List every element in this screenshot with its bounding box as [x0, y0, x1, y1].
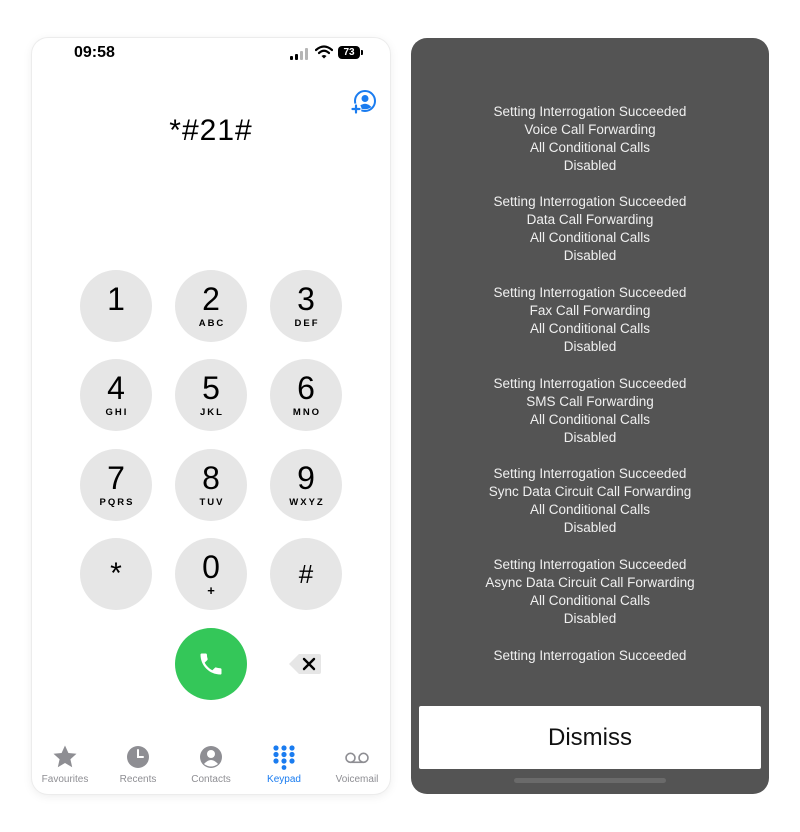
tab-label: Contacts: [191, 774, 231, 785]
result-line: Disabled: [563, 520, 617, 535]
key-1[interactable]: 1: [80, 270, 152, 342]
dismiss-button[interactable]: Dismiss: [419, 706, 761, 769]
key-8[interactable]: 8 TUV: [175, 449, 247, 521]
result-line: Setting Interrogation Succeeded: [493, 466, 687, 481]
keypad-icon: [273, 745, 295, 770]
result-async-data: Setting Interrogation Succeeded Async Da…: [411, 556, 769, 628]
tab-label: Voicemail: [335, 774, 379, 785]
key-letters: PQRS: [99, 497, 135, 508]
backspace-icon[interactable]: [288, 652, 322, 676]
result-line: SMS Call Forwarding: [526, 394, 654, 409]
key-digit: 7: [107, 460, 125, 496]
key-digit: 1: [107, 281, 125, 317]
key-digit: 9: [297, 460, 315, 496]
status-time: 09:58: [74, 44, 115, 61]
result-line: Disabled: [563, 339, 617, 354]
result-line: Disabled: [563, 158, 617, 173]
result-data: Setting Interrogation Succeeded Data Cal…: [411, 193, 769, 265]
status-bar: 09:58 73: [32, 38, 390, 70]
result-line: All Conditional Calls: [529, 321, 651, 336]
key-0[interactable]: 0 +: [175, 538, 247, 610]
result-line: Fax Call Forwarding: [529, 303, 651, 318]
key-2[interactable]: 2 ABC: [175, 270, 247, 342]
result-line: Setting Interrogation Succeeded: [493, 194, 687, 209]
result-final: Setting Interrogation Succeeded: [411, 647, 769, 665]
result-voice: Setting Interrogation Succeeded Voice Ca…: [411, 103, 769, 175]
result-line: All Conditional Calls: [529, 230, 651, 245]
key-digit: 8: [202, 460, 220, 496]
result-line: All Conditional Calls: [529, 502, 651, 517]
battery-level: 73: [343, 47, 355, 58]
result-line: Setting Interrogation Succeeded: [493, 285, 687, 300]
clock-icon: [127, 746, 149, 768]
key-letters: DEF: [294, 318, 320, 329]
key-digit: 0: [202, 549, 220, 585]
star-icon: [53, 745, 77, 768]
key-digit: 6: [297, 370, 315, 406]
key-letters: JKL: [200, 407, 224, 418]
cellular-signal-icon: [290, 48, 310, 60]
result-line: All Conditional Calls: [529, 140, 651, 155]
add-contact-icon[interactable]: [350, 90, 376, 116]
result-line: Data Call Forwarding: [526, 212, 654, 227]
key-letters: GHI: [105, 407, 129, 418]
key-letters: ABC: [198, 318, 226, 329]
tab-label: Recents: [119, 774, 157, 785]
key-4[interactable]: 4 GHI: [80, 359, 152, 431]
tab-keypad[interactable]: Keypad: [249, 744, 319, 785]
key-digit: 4: [107, 370, 125, 406]
tab-label: Favourites: [41, 774, 89, 785]
key-digit: *: [110, 557, 122, 590]
result-sms: Setting Interrogation Succeeded SMS Call…: [411, 375, 769, 447]
tab-voicemail[interactable]: Voicemail: [322, 744, 390, 785]
result-line: All Conditional Calls: [529, 593, 651, 608]
dialer-screen: 09:58 73 *#21# 1 2 ABC 3 DEF 4 GHI 5 JKL…: [32, 38, 390, 794]
tab-recents[interactable]: Recents: [103, 744, 173, 785]
key-star[interactable]: *: [80, 538, 152, 610]
home-indicator: [514, 778, 666, 783]
key-digit: 5: [202, 370, 220, 406]
key-hash[interactable]: #: [270, 538, 342, 610]
dialed-number: *#21#: [169, 114, 253, 147]
key-5[interactable]: 5 JKL: [175, 359, 247, 431]
key-3[interactable]: 3 DEF: [270, 270, 342, 342]
key-7[interactable]: 7 PQRS: [80, 449, 152, 521]
result-line: Disabled: [563, 430, 617, 445]
wifi-icon: [315, 45, 333, 59]
result-line: Sync Data Circuit Call Forwarding: [488, 484, 692, 499]
result-line: Setting Interrogation Succeeded: [493, 557, 687, 572]
result-line: Disabled: [563, 611, 617, 626]
tab-favourites[interactable]: Favourites: [32, 744, 100, 785]
result-sync-data: Setting Interrogation Succeeded Sync Dat…: [411, 465, 769, 537]
mmi-result-screen: Setting Interrogation Succeeded Voice Ca…: [411, 38, 769, 794]
tab-label: Keypad: [267, 774, 301, 785]
key-letters: TUV: [199, 497, 225, 508]
phone-icon: [200, 653, 222, 675]
key-digit: 2: [202, 281, 220, 317]
call-button[interactable]: [175, 628, 247, 700]
battery-icon: 73: [338, 46, 363, 59]
key-letters: +: [207, 583, 215, 598]
result-line: Disabled: [563, 248, 617, 263]
result-line: Setting Interrogation Succeeded: [493, 104, 687, 119]
result-line: Voice Call Forwarding: [524, 122, 656, 137]
tab-contacts[interactable]: Contacts: [176, 744, 246, 785]
key-letters: WXYZ: [289, 497, 325, 508]
voicemail-icon: [345, 752, 369, 764]
result-fax: Setting Interrogation Succeeded Fax Call…: [411, 284, 769, 356]
key-6[interactable]: 6 MNO: [270, 359, 342, 431]
result-line: All Conditional Calls: [529, 412, 651, 427]
key-9[interactable]: 9 WXYZ: [270, 449, 342, 521]
key-digit: #: [298, 559, 314, 589]
person-icon: [200, 746, 222, 768]
tab-bar: Favourites Recents Contacts Keypad Voice…: [32, 738, 390, 794]
result-line: Setting Interrogation Succeeded: [493, 376, 687, 391]
result-line: Setting Interrogation Succeeded: [493, 648, 687, 663]
result-line: Async Data Circuit Call Forwarding: [485, 575, 695, 590]
key-digit: 3: [297, 281, 315, 317]
key-letters: MNO: [292, 407, 322, 418]
